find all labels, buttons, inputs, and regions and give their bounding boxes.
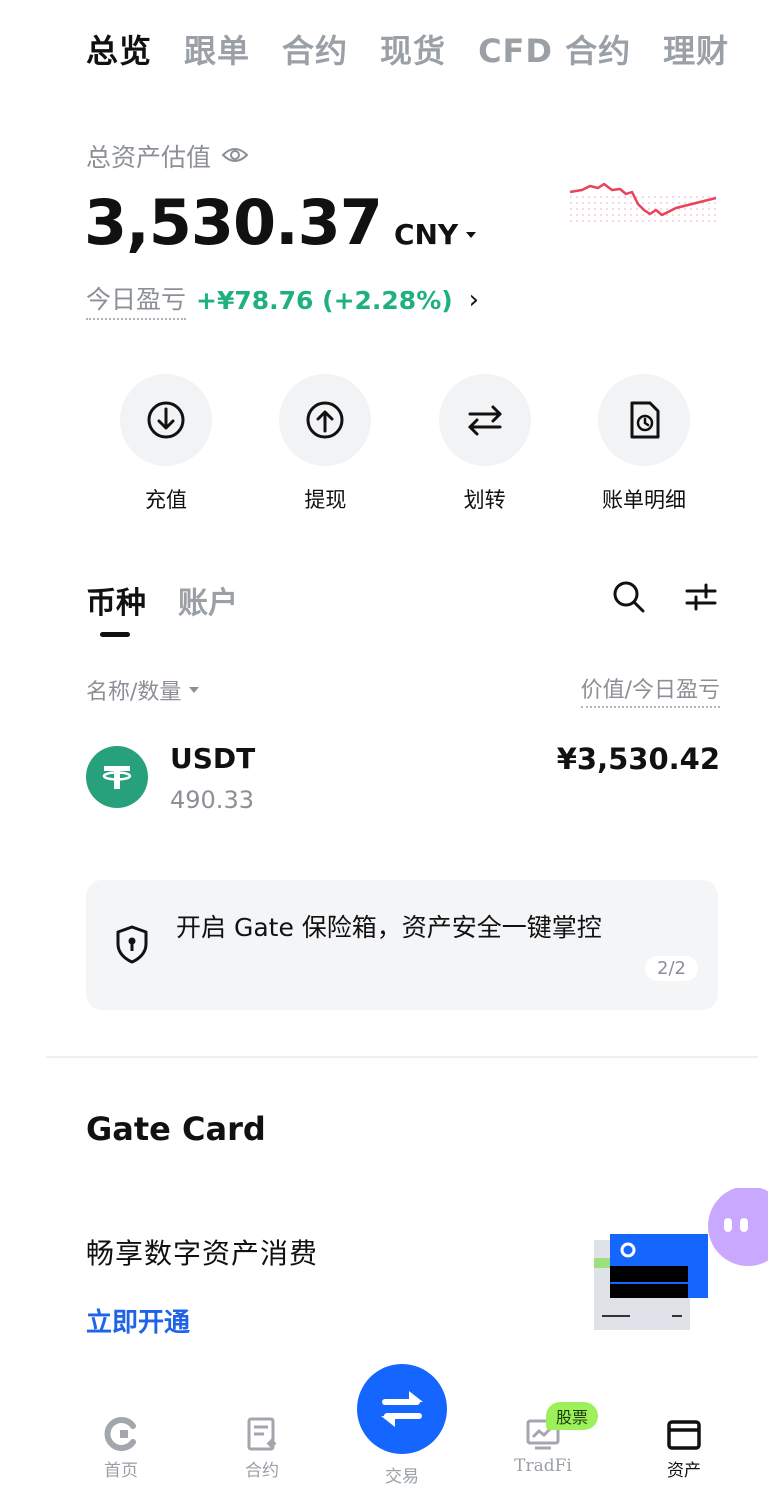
nav-tradfi-label: TradFi [514, 1456, 572, 1476]
nav-contract-label: 合约 [245, 1461, 279, 1481]
asset-sub-tabs: 币种 账户 [86, 578, 238, 637]
trade-icon [381, 1391, 423, 1427]
wallet-icon [667, 1420, 701, 1450]
search-icon[interactable] [612, 580, 646, 618]
vault-banner[interactable]: 开启 Gate 保险箱，资产安全一键掌控 2/2 [86, 880, 718, 1010]
transfer-label: 划转 [463, 488, 506, 512]
bill-icon [597, 374, 690, 466]
currency-label: CNY [393, 218, 459, 251]
contract-icon [247, 1417, 277, 1451]
tab-copy-trading[interactable]: 跟单 [184, 26, 250, 72]
nav-contract[interactable]: 合约 [212, 1416, 312, 1481]
caret-down-icon [189, 687, 200, 693]
caret-down-icon [466, 231, 477, 238]
filter-icon[interactable] [684, 580, 718, 618]
top-tab-bar: 总览 跟单 合约 现货 CFD 合约 理财 [86, 26, 740, 72]
bill-details-label: 账单明细 [601, 488, 686, 512]
section-divider [46, 1056, 758, 1058]
nav-home-label: 首页 [104, 1461, 138, 1481]
nav-home[interactable]: 首页 [71, 1416, 171, 1481]
tab-overview[interactable]: 总览 [86, 26, 152, 72]
tab-earn[interactable]: 理财 [663, 26, 729, 72]
total-asset-value: 3,530.37 CNY [84, 186, 477, 259]
gate-card-subtitle: 畅享数字资产消费 [86, 1237, 319, 1270]
value-pnl-header[interactable]: 价值/今日盈亏 [580, 672, 720, 708]
total-asset-label-row: 总资产估值 [86, 138, 249, 174]
eye-icon[interactable] [221, 142, 249, 171]
tab-cfd[interactable]: CFD 合约 [478, 26, 631, 72]
banner-pager: 2/2 [645, 956, 698, 981]
total-asset-label: 总资产估值 [86, 143, 212, 172]
transfer-icon [438, 374, 531, 466]
stock-badge: 股票 [546, 1402, 599, 1430]
deposit-icon [120, 374, 212, 466]
transfer-button[interactable]: 划转 [438, 374, 531, 514]
gate-card-illustration [594, 1188, 768, 1330]
home-icon [104, 1417, 136, 1451]
sort-name-quantity[interactable]: 名称/数量 [86, 672, 200, 708]
nav-assets[interactable]: 资产 [634, 1416, 734, 1481]
withdraw-label: 提现 [304, 488, 347, 512]
coin-symbol: USDT [170, 742, 256, 775]
vault-banner-text: 开启 Gate 保险箱，资产安全一键掌控 [176, 913, 602, 942]
today-pnl-value: +¥78.76 (+2.28%) [196, 285, 453, 315]
gate-card-activate-link[interactable]: 立即开通 [86, 1302, 190, 1339]
gate-card-title: Gate Card [86, 1110, 266, 1148]
withdraw-icon [279, 374, 372, 466]
coin-value: ¥3,530.42 [556, 742, 720, 776]
quick-actions: 充值 提现 划转 账单明细 [120, 374, 690, 514]
nav-trade-label: 交易 [385, 1467, 419, 1487]
bottom-navigation: 首页 合约 交易 TradFi 股票 资产 [0, 1364, 780, 1500]
name-quantity-header: 名称/数量 [86, 680, 182, 705]
currency-selector[interactable]: CNY [393, 218, 477, 251]
nav-assets-label: 资产 [667, 1461, 701, 1481]
bill-details-button[interactable]: 账单明细 [597, 374, 690, 514]
today-pnl-row[interactable]: 今日盈亏 +¥78.76 (+2.28%) › [86, 280, 479, 320]
tab-futures[interactable]: 合约 [282, 26, 348, 72]
deposit-label: 充值 [145, 488, 187, 512]
coin-quantity: 490.33 [170, 786, 254, 814]
asset-sparkline [568, 182, 718, 222]
asset-list-header: 名称/数量 价值/今日盈亏 [86, 672, 720, 708]
nav-trade-button[interactable] [357, 1364, 447, 1454]
asset-row-usdt[interactable]: USDT 490.33 ¥3,530.42 [86, 738, 720, 818]
list-tools [612, 580, 718, 618]
tab-spot[interactable]: 现货 [380, 26, 446, 72]
withdraw-button[interactable]: 提现 [279, 374, 372, 514]
deposit-button[interactable]: 充值 [120, 374, 212, 514]
today-pnl-label: 今日盈亏 [86, 280, 187, 320]
tether-logo-icon [86, 746, 148, 808]
tab-coins[interactable]: 币种 [86, 578, 146, 637]
chevron-right-icon: › [468, 285, 480, 315]
shield-lock-icon [114, 924, 150, 968]
total-asset-amount: 3,530.37 [84, 186, 383, 259]
tab-accounts[interactable]: 账户 [178, 578, 238, 622]
